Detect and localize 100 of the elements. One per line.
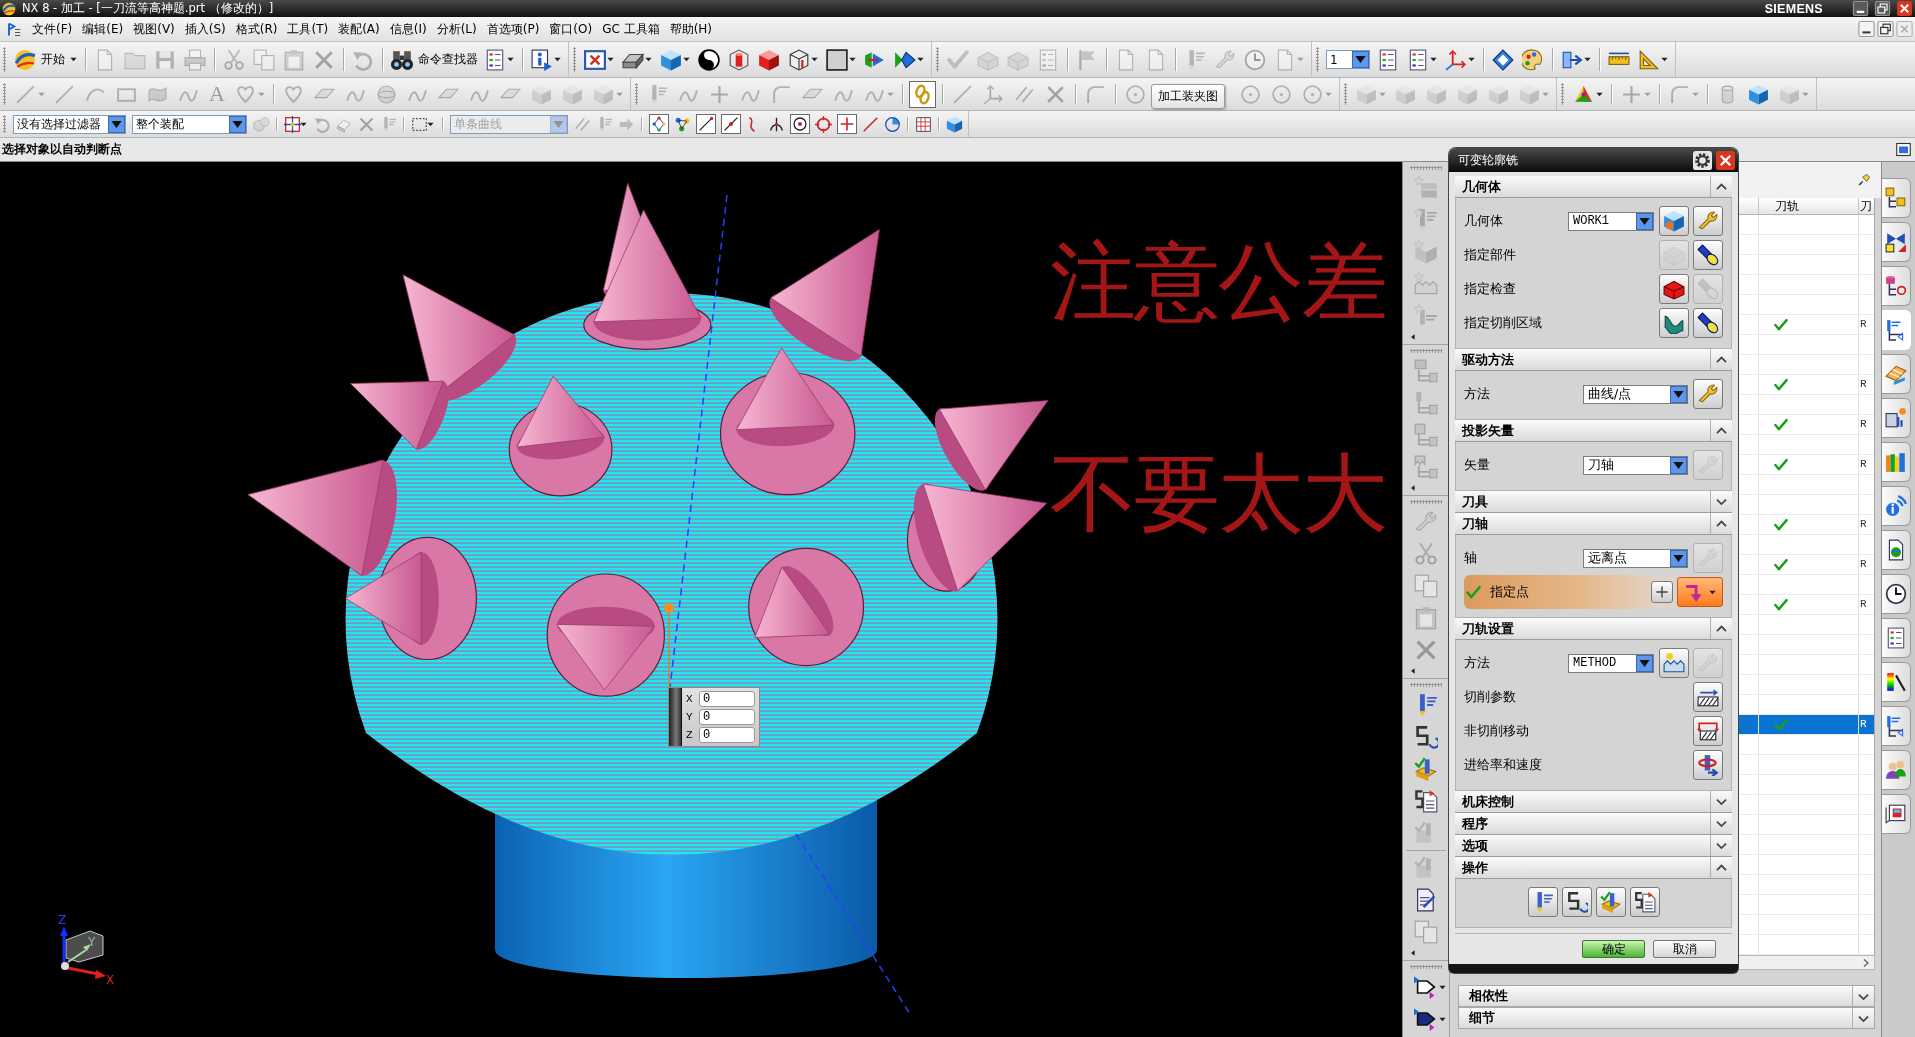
collapse-arrow-icon[interactable] (1409, 332, 1417, 342)
dialog-button[interactable]: 确定 (1582, 940, 1645, 958)
chain-icon[interactable] (908, 80, 936, 108)
minimize-icon[interactable] (1851, 1, 1870, 16)
navigator-row[interactable] (1738, 235, 1874, 255)
menu-item[interactable]: 装配(A) (333, 20, 385, 38)
crosshair-icon[interactable] (283, 115, 301, 133)
minimize-icon[interactable] (1858, 21, 1875, 37)
action-button[interactable] (1659, 206, 1689, 236)
navigator-row[interactable]: R (1738, 455, 1874, 475)
caret-icon[interactable] (1439, 983, 1446, 991)
coordinate-field[interactable]: 0 (699, 727, 755, 743)
navigator-row[interactable] (1738, 295, 1874, 315)
navigator-row[interactable] (1738, 855, 1874, 875)
pointer-icon[interactable] (1414, 975, 1438, 999)
resource-tab[interactable] (1882, 706, 1911, 746)
menu-item[interactable]: 帮助(H) (664, 20, 718, 38)
navigator-row[interactable] (1738, 755, 1874, 775)
navigator-row[interactable] (1738, 355, 1874, 375)
wireframe-cube-icon[interactable] (788, 48, 810, 71)
zigzag-path-icon[interactable] (1414, 725, 1438, 749)
section-header[interactable]: 机床控制 (1455, 791, 1732, 813)
collapse-arrow-icon[interactable] (1409, 483, 1417, 493)
caret-icon[interactable] (1595, 90, 1603, 98)
dropdown[interactable]: 整个装配 (132, 114, 247, 134)
coordinate-field[interactable]: 0 (699, 709, 755, 725)
menu-item[interactable]: 文件(F) (27, 20, 78, 38)
caret-icon[interactable] (1468, 56, 1475, 63)
navigator-row[interactable]: R (1738, 715, 1874, 735)
navigator-row[interactable] (1738, 775, 1874, 795)
resource-tab[interactable] (1882, 398, 1911, 438)
navigator-row[interactable] (1738, 575, 1874, 595)
navigator-row[interactable] (1738, 275, 1874, 295)
info-icon[interactable] (531, 48, 553, 71)
color-triangle-icon[interactable] (1572, 83, 1594, 105)
panel-header[interactable]: 细节 (1458, 1007, 1875, 1029)
navigator-row[interactable] (1738, 895, 1874, 915)
navigator-row[interactable] (1738, 735, 1874, 755)
pointer-icon[interactable] (1414, 1007, 1438, 1031)
cube-icon[interactable] (758, 48, 780, 71)
dropdown[interactable]: 1 (1326, 50, 1370, 69)
navigator-row[interactable] (1738, 875, 1874, 895)
resource-tab[interactable] (1882, 794, 1911, 834)
panel-header[interactable]: 相依性 (1458, 985, 1875, 1007)
action-button[interactable] (1693, 240, 1723, 270)
section-header[interactable]: 驱动方法 (1455, 349, 1732, 371)
section-header[interactable]: 程序 (1455, 813, 1732, 835)
horizontal-scrollbar[interactable] (1738, 955, 1875, 970)
caret-icon[interactable] (554, 56, 561, 63)
list-icon[interactable] (1407, 48, 1429, 71)
action-button[interactable] (1693, 308, 1723, 338)
caret-icon[interactable] (917, 56, 924, 63)
point-marker[interactable] (664, 603, 674, 688)
line-midpoint-icon[interactable] (720, 114, 741, 134)
navigator-row[interactable] (1738, 495, 1874, 515)
menu-item[interactable]: 窗口(O) (544, 20, 598, 38)
line-icon[interactable] (695, 114, 716, 134)
section-header[interactable]: 刀轨设置 (1455, 618, 1732, 640)
list-icon[interactable] (1377, 48, 1399, 71)
navigator-row[interactable] (1738, 675, 1874, 695)
section-header[interactable]: 选项 (1455, 835, 1732, 857)
caret-icon[interactable] (507, 56, 514, 63)
square-icon[interactable] (826, 48, 848, 71)
caret-icon[interactable] (811, 56, 818, 63)
action-button[interactable] (1693, 682, 1723, 712)
menu-item[interactable]: 首选项(P) (481, 20, 545, 38)
navigator-row[interactable] (1738, 215, 1874, 235)
caret-icon[interactable] (683, 56, 690, 63)
scroll-right-icon[interactable] (1861, 957, 1871, 968)
pin-icon[interactable] (1857, 173, 1871, 187)
cube-icon[interactable] (945, 115, 963, 133)
grid-icon[interactable] (914, 115, 932, 133)
restore-icon[interactable] (1873, 1, 1892, 16)
caret-icon[interactable] (849, 56, 856, 63)
action-button[interactable] (1693, 716, 1723, 746)
path-document-icon[interactable] (1414, 789, 1438, 813)
chevron-up-icon[interactable] (1714, 180, 1729, 193)
resource-tab[interactable] (1882, 574, 1911, 614)
action-button[interactable] (1561, 887, 1592, 917)
collapse-arrow-icon[interactable] (1409, 666, 1417, 676)
column-header[interactable]: 刀轨 (1759, 198, 1859, 214)
menu-item[interactable]: 信息(I) (384, 20, 432, 38)
navigator-row[interactable] (1738, 475, 1874, 495)
navigator-row[interactable]: R (1738, 315, 1874, 335)
dropdown[interactable]: 没有选择过滤器 (13, 114, 126, 134)
document-icon[interactable] (1414, 888, 1438, 912)
caret-icon[interactable] (607, 56, 614, 63)
navigator-row[interactable] (1738, 635, 1874, 655)
dialog-button[interactable]: 取消 (1653, 940, 1716, 958)
toolbar-button[interactable]: 开始 (10, 48, 81, 71)
caret-icon[interactable] (1430, 56, 1437, 63)
caret-icon[interactable] (1439, 1015, 1446, 1023)
section-header[interactable]: 投影矢量 (1455, 420, 1732, 442)
circle-center-icon[interactable] (789, 114, 810, 134)
intersection-icon[interactable] (767, 115, 785, 133)
section-header[interactable]: 几何体 (1455, 176, 1732, 198)
menu-icon[interactable] (6, 21, 21, 37)
navigator-row[interactable] (1738, 395, 1874, 415)
navigator-row[interactable] (1738, 255, 1874, 275)
navigator-row[interactable] (1738, 655, 1874, 675)
